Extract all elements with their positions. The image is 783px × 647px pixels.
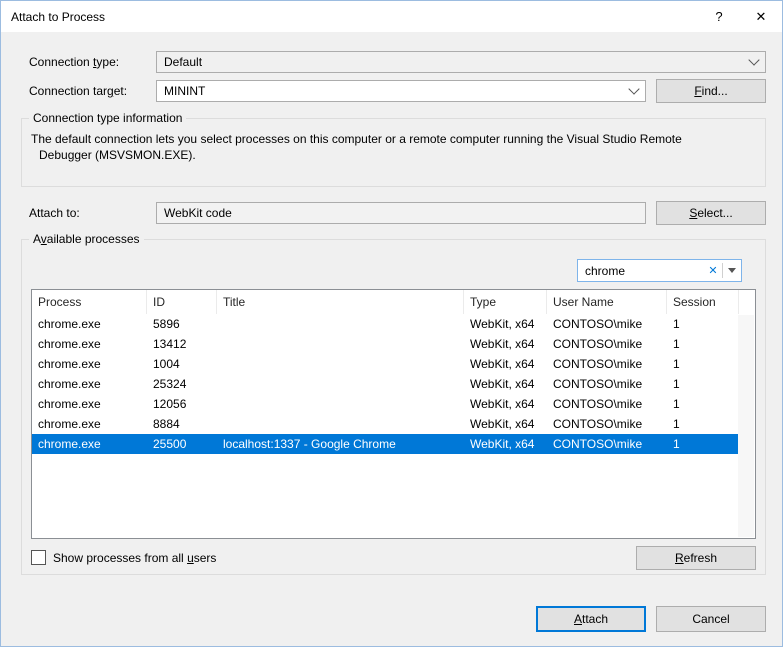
available-processes-group-title: Available processes [29,232,144,247]
cell-session: 1 [667,334,739,354]
cell-type: WebKit, x64 [464,434,547,454]
cell-type: WebKit, x64 [464,374,547,394]
cell-process: chrome.exe [32,414,147,434]
connection-info-line-1: The default connection lets you select p… [31,131,753,147]
vertical-scrollbar[interactable] [738,315,754,537]
column-header-id[interactable]: ID [147,290,217,314]
cell-session: 1 [667,414,739,434]
cell-type: WebKit, x64 [464,394,547,414]
cell-title [217,334,464,354]
clear-filter-icon[interactable]: ✕ [704,264,722,277]
connection-info-line-2: Debugger (MSVSMON.EXE). [31,147,753,163]
cell-id: 25324 [147,374,217,394]
show-all-users-row: Show processes from all users [31,550,216,565]
cell-title [217,394,464,414]
process-row[interactable]: chrome.exe 5896 WebKit, x64 CONTOSO\mike… [32,314,739,334]
cell-type: WebKit, x64 [464,354,547,374]
cell-process: chrome.exe [32,394,147,414]
cell-session: 1 [667,374,739,394]
cell-process: chrome.exe [32,314,147,334]
titlebar-buttons: ? ✕ [698,1,782,32]
chevron-down-icon [748,54,759,65]
attach-button[interactable]: Attach [536,606,646,632]
cell-user-name: CONTOSO\mike [547,374,667,394]
connection-type-value: Default [164,55,202,69]
process-filter: ✕ [577,259,742,282]
connection-info-group-title: Connection type information [29,111,186,126]
cell-session: 1 [667,354,739,374]
cancel-button[interactable]: Cancel [656,606,766,632]
titlebar: Attach to Process ? ✕ [1,1,782,32]
process-filter-input[interactable] [578,264,704,278]
attach-to-process-dialog: Attach to Process ? ✕ Connection type: D… [0,0,783,647]
cell-process: chrome.exe [32,434,147,454]
cell-title [217,414,464,434]
connection-target-value: MININT [164,84,205,98]
cell-process: chrome.exe [32,354,147,374]
column-header-title[interactable]: Title [217,290,464,314]
cell-id: 1004 [147,354,217,374]
cell-user-name: CONTOSO\mike [547,434,667,454]
cell-user-name: CONTOSO\mike [547,334,667,354]
cell-title [217,374,464,394]
cell-title [217,354,464,374]
cell-user-name: CONTOSO\mike [547,314,667,334]
refresh-button[interactable]: Refresh [636,546,756,570]
cell-title: localhost:1337 - Google Chrome [217,434,464,454]
window-title: Attach to Process [1,10,105,24]
cell-session: 1 [667,434,739,454]
process-list-header: Process ID Title Type User Name Session [32,290,755,314]
help-icon[interactable]: ? [698,1,740,32]
process-list: Process ID Title Type User Name Session … [31,289,756,539]
cell-type: WebKit, x64 [464,314,547,334]
connection-type-dropdown[interactable]: Default [156,51,766,73]
cell-user-name: CONTOSO\mike [547,414,667,434]
cell-id: 12056 [147,394,217,414]
triangle-down-icon [728,268,736,273]
column-header-type[interactable]: Type [464,290,547,314]
cell-type: WebKit, x64 [464,414,547,434]
cell-process: chrome.exe [32,374,147,394]
column-header-user-name[interactable]: User Name [547,290,667,314]
filter-dropdown-icon[interactable] [723,260,741,281]
process-row[interactable]: chrome.exe 25324 WebKit, x64 CONTOSO\mik… [32,374,739,394]
cell-session: 1 [667,394,739,414]
cell-id: 25500 [147,434,217,454]
cell-title [217,314,464,334]
chevron-down-icon [628,83,639,94]
attach-to-label: Attach to: [29,202,80,224]
connection-type-label: Connection type: [29,51,119,73]
cell-id: 8884 [147,414,217,434]
process-row[interactable]: chrome.exe 12056 WebKit, x64 CONTOSO\mik… [32,394,739,414]
cell-id: 13412 [147,334,217,354]
cell-type: WebKit, x64 [464,334,547,354]
connection-target-label: Connection target: [29,80,127,102]
find-button[interactable]: Find... [656,79,766,103]
show-all-users-label[interactable]: Show processes from all users [53,551,216,565]
cell-session: 1 [667,314,739,334]
connection-target-combobox[interactable]: MININT [156,80,646,102]
process-row[interactable]: chrome.exe 8884 WebKit, x64 CONTOSO\mike… [32,414,739,434]
select-button[interactable]: Select... [656,201,766,225]
process-row-selected[interactable]: chrome.exe 25500 localhost:1337 - Google… [32,434,739,454]
process-row[interactable]: chrome.exe 13412 WebKit, x64 CONTOSO\mik… [32,334,739,354]
show-all-users-checkbox[interactable] [31,550,46,565]
attach-to-field[interactable]: WebKit code [156,202,646,224]
cell-process: chrome.exe [32,334,147,354]
close-icon[interactable]: ✕ [740,1,782,32]
cell-user-name: CONTOSO\mike [547,394,667,414]
cell-id: 5896 [147,314,217,334]
cell-user-name: CONTOSO\mike [547,354,667,374]
column-header-session[interactable]: Session [667,290,739,314]
connection-info-text: The default connection lets you select p… [31,131,753,163]
process-rows: chrome.exe 5896 WebKit, x64 CONTOSO\mike… [32,314,755,454]
attach-to-value: WebKit code [164,206,232,220]
process-row[interactable]: chrome.exe 1004 WebKit, x64 CONTOSO\mike… [32,354,739,374]
column-header-process[interactable]: Process [32,290,147,314]
